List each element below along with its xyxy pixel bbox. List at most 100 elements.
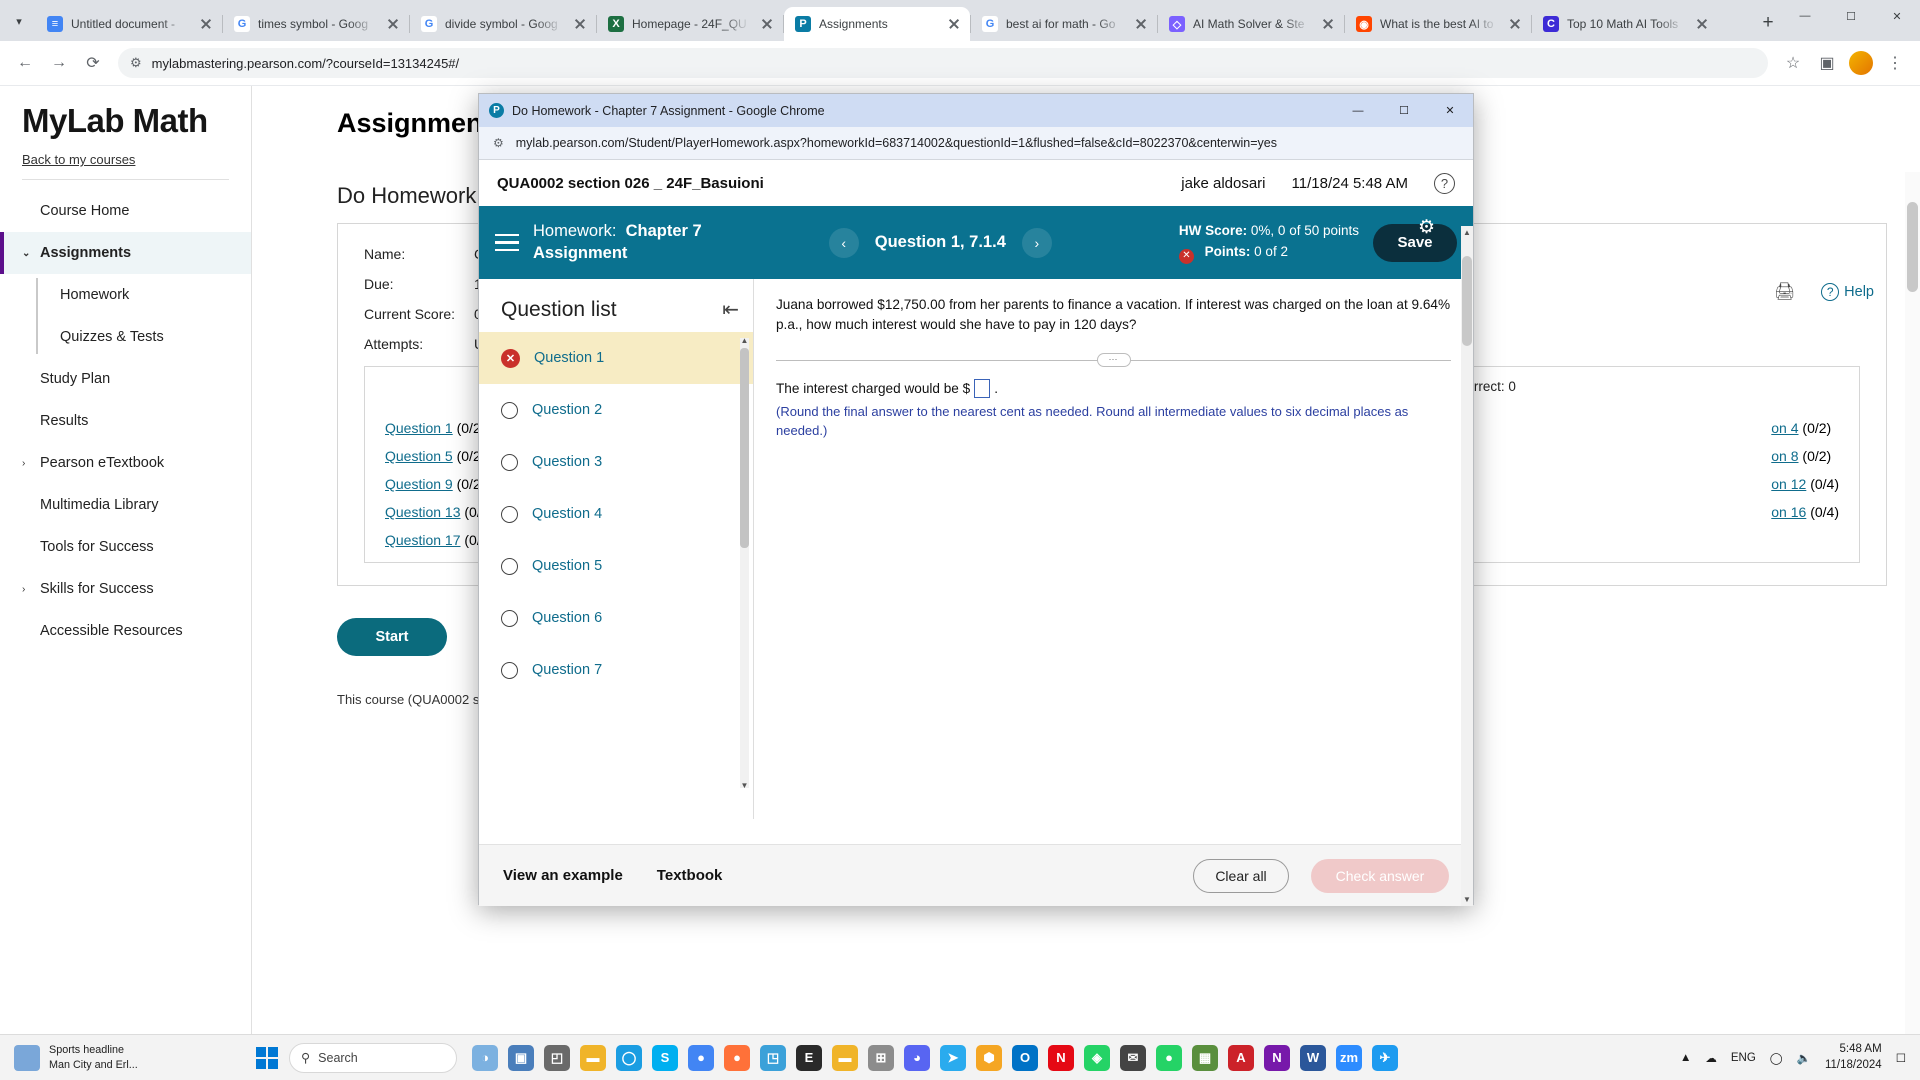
outlook-icon[interactable]: O	[1012, 1044, 1038, 1071]
sidebar-item-pearson-etextbook[interactable]: › Pearson eTextbook	[0, 442, 251, 484]
task-view-icon[interactable]: ▣	[508, 1044, 534, 1071]
close-icon[interactable]	[1320, 16, 1336, 32]
browser-tab[interactable]: ◇ AI Math Solver & Ste	[1158, 7, 1344, 41]
close-button[interactable]: ✕	[1874, 0, 1920, 32]
address-bar[interactable]: ⚙ mylabmastering.pearson.com/?courseId=1…	[118, 48, 1768, 78]
edge-icon[interactable]: ◯	[616, 1044, 642, 1071]
whatsapp-alt-icon[interactable]: ◈	[1084, 1044, 1110, 1071]
close-icon[interactable]	[1507, 16, 1523, 32]
skype-icon[interactable]: S	[652, 1044, 678, 1071]
file-explorer-icon[interactable]: ▬	[580, 1044, 606, 1071]
sidebar-item-assignments[interactable]: ⌄ Assignments	[0, 232, 251, 274]
chevron-up-icon[interactable]: ▲	[1680, 1052, 1691, 1064]
sidebar-item-skills-for-success[interactable]: › Skills for Success	[0, 568, 251, 610]
question-list-item[interactable]: Question 7	[479, 644, 753, 696]
question-list-scrollbar-thumb[interactable]	[740, 348, 749, 548]
question-list-item[interactable]: Question 6	[479, 592, 753, 644]
avatar[interactable]	[1846, 48, 1876, 78]
popup-close-button[interactable]: ✕	[1427, 94, 1473, 127]
notification-icon[interactable]: ☐	[1896, 1051, 1906, 1065]
popup-site-info-icon[interactable]: ⚙	[493, 136, 504, 150]
save-button[interactable]: Save	[1373, 223, 1457, 262]
close-icon[interactable]	[1133, 16, 1149, 32]
question-list-item[interactable]: Question 5	[479, 540, 753, 592]
clear-all-button[interactable]: Clear all	[1193, 858, 1289, 893]
scroll-down-arrow[interactable]: ▼	[740, 781, 749, 790]
mail-icon[interactable]: ✉	[1120, 1044, 1146, 1071]
sidebar-item-course-home[interactable]: Course Home	[0, 190, 251, 232]
browser-tab[interactable]: C Top 10 Math AI Tools	[1532, 7, 1718, 41]
popup-maximize-button[interactable]: ☐	[1381, 94, 1427, 127]
sidebar-subitem-homework[interactable]: Homework	[0, 274, 251, 316]
star-icon[interactable]: ☆	[1778, 48, 1808, 78]
epic-games-icon[interactable]: E	[796, 1044, 822, 1071]
gear-icon[interactable]: ⚙	[1418, 216, 1435, 239]
drag-handle-icon[interactable]: ⋯	[1096, 352, 1131, 367]
acrobat-icon[interactable]: A	[1228, 1044, 1254, 1071]
close-icon[interactable]	[759, 16, 775, 32]
tab-search-icon[interactable]: ▾	[4, 6, 34, 36]
clock[interactable]: 5:48 AM 11/18/2024	[1825, 1042, 1882, 1073]
question-list-item[interactable]: Question 2	[479, 384, 753, 436]
question-link[interactable]: on 16	[1771, 504, 1806, 520]
sidebar-item-tools-for-success[interactable]: Tools for Success	[0, 526, 251, 568]
close-icon[interactable]	[385, 16, 401, 32]
question-list-scrollbar[interactable]: ▲ ▼	[740, 336, 749, 790]
question-link[interactable]: Question 1	[385, 420, 453, 436]
store-icon[interactable]: ⊞	[868, 1044, 894, 1071]
collapse-left-icon[interactable]: ⇤	[722, 297, 739, 322]
browser-tab[interactable]: ◉ What is the best AI to	[1345, 7, 1531, 41]
new-tab-button[interactable]: +	[1754, 9, 1782, 37]
chrome-icon[interactable]: ●	[688, 1044, 714, 1071]
question-circle-icon[interactable]: ?	[1434, 172, 1455, 194]
onenote-icon[interactable]: N	[1264, 1044, 1290, 1071]
question-link[interactable]: Question 5	[385, 448, 453, 464]
browser-tab[interactable]: X Homepage - 24F_QU	[597, 7, 783, 41]
language-indicator[interactable]: ENG	[1731, 1052, 1756, 1064]
popup-scroll-up-arrow[interactable]: ▲	[1461, 228, 1473, 237]
question-link[interactable]: Question 9	[385, 476, 453, 492]
close-icon[interactable]	[946, 16, 962, 32]
sidebar-item-accessible-resources[interactable]: Accessible Resources	[0, 610, 251, 652]
question-link[interactable]: on 4	[1771, 420, 1798, 436]
kebab-menu-icon[interactable]: ⋮	[1880, 48, 1910, 78]
sidebar-item-results[interactable]: Results	[0, 400, 251, 442]
question-list-item[interactable]: ✕ Question 1	[479, 332, 753, 384]
sidebar-item-multimedia-library[interactable]: Multimedia Library	[0, 484, 251, 526]
hamburger-icon[interactable]	[495, 233, 519, 252]
folder-icon[interactable]: ▬	[832, 1044, 858, 1071]
question-link[interactable]: on 8	[1771, 448, 1798, 464]
zoom-icon[interactable]: zm	[1336, 1044, 1362, 1071]
pane-divider[interactable]: ⋯	[776, 352, 1451, 367]
popup-address-bar[interactable]: ⚙ mylab.pearson.com/Student/PlayerHomewo…	[479, 127, 1473, 160]
discord-icon[interactable]: ◕	[904, 1044, 930, 1071]
close-icon[interactable]	[572, 16, 588, 32]
browser-tab[interactable]: Gtimes symbol - Goog	[223, 7, 409, 41]
puzzle-icon[interactable]: ▣	[1812, 48, 1842, 78]
question-link[interactable]: on 12	[1771, 476, 1806, 492]
netflix-icon[interactable]: N	[1048, 1044, 1074, 1071]
close-icon[interactable]	[1694, 16, 1710, 32]
scroll-up-arrow[interactable]: ▲	[740, 336, 749, 345]
twitter-icon[interactable]: ✈	[1372, 1044, 1398, 1071]
next-question-button[interactable]: ›	[1021, 227, 1052, 258]
firefox-icon[interactable]: ●	[724, 1044, 750, 1071]
calculator-icon[interactable]: ▦	[1192, 1044, 1218, 1071]
answer-input[interactable]	[974, 378, 991, 398]
back-button[interactable]: ←	[10, 48, 40, 78]
volume-icon[interactable]: 🔈	[1797, 1051, 1811, 1065]
popup-scrollbar-thumb[interactable]	[1462, 256, 1472, 346]
popup-scrollbar[interactable]: ▲ ▼	[1461, 226, 1473, 906]
whatsapp-icon[interactable]: ●	[1156, 1044, 1182, 1071]
help-link[interactable]: ? Help	[1821, 283, 1874, 301]
widgets-icon[interactable]: ◰	[544, 1044, 570, 1071]
telegram-icon[interactable]: ➤	[940, 1044, 966, 1071]
reload-button[interactable]: ⟳	[78, 48, 108, 78]
search-input[interactable]: ⚲ Search	[289, 1042, 457, 1073]
check-answer-button[interactable]: Check answer	[1311, 858, 1449, 893]
wifi-icon[interactable]: ◯	[1770, 1051, 1783, 1065]
popup-scroll-down-arrow[interactable]: ▼	[1461, 895, 1473, 904]
page-scrollbar-thumb[interactable]	[1907, 202, 1918, 292]
forward-button[interactable]: →	[44, 48, 74, 78]
close-icon[interactable]	[198, 16, 214, 32]
